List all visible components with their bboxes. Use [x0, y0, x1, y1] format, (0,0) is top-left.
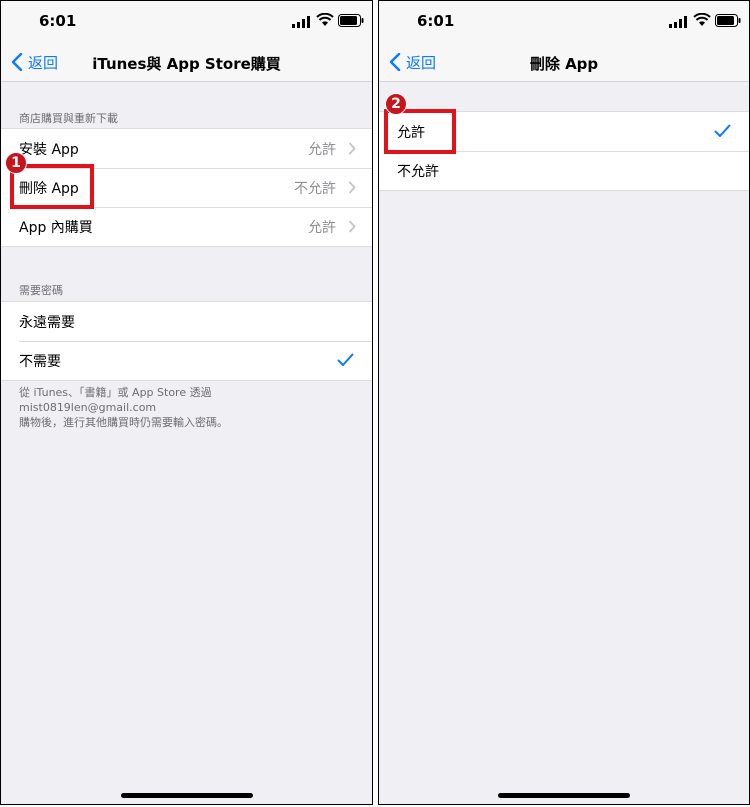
chevron-right-icon	[348, 220, 356, 233]
chevron-right-icon	[348, 142, 356, 155]
footer-line: 從 iTunes、「書籍」或 App Store 透過 mist0819len@…	[19, 386, 212, 414]
step-badge-1: 1	[5, 152, 27, 174]
page-title: 刪除 App	[529, 55, 599, 73]
status-time: 6:01	[39, 12, 77, 30]
row-value: 不允許	[294, 180, 336, 197]
status-bar: 6:01	[1, 1, 372, 45]
option-disallow[interactable]: 不允許	[379, 151, 749, 190]
cellular-signal-icon	[292, 16, 310, 28]
row-label: 不允許	[397, 163, 439, 180]
row-always-require[interactable]: 永遠需要	[1, 302, 372, 341]
status-bar: 6:01	[379, 1, 749, 45]
row-value: 允許	[308, 141, 336, 158]
home-indicator[interactable]	[498, 793, 630, 798]
section-header-require-password: 需要密碼	[19, 284, 63, 297]
password-footer-note: 從 iTunes、「書籍」或 App Store 透過 mist0819len@…	[19, 385, 350, 430]
checkmark-icon	[714, 124, 731, 137]
cellular-signal-icon	[669, 16, 687, 28]
wifi-icon	[693, 13, 711, 26]
left-phone-screen: 6:01 返回 iTunes與 App Store購買 商店購買與重新下載 安裝…	[0, 0, 373, 805]
navigation-bar: 返回 刪除 App	[379, 45, 749, 82]
step-badge-2: 2	[385, 93, 407, 115]
row-install-app[interactable]: 安裝 App 允許	[1, 129, 372, 168]
checkmark-icon	[337, 353, 354, 366]
row-value: 允許	[308, 219, 336, 236]
row-in-app-purchase[interactable]: App 內購買 允許	[1, 207, 372, 246]
row-label: 不需要	[19, 353, 61, 370]
row-label: App 內購買	[19, 219, 93, 236]
chevron-right-icon	[348, 181, 356, 194]
highlight-box-allow	[384, 109, 456, 154]
wifi-icon	[316, 13, 334, 26]
battery-icon	[715, 14, 741, 27]
home-indicator[interactable]	[120, 793, 253, 798]
status-time: 6:01	[417, 12, 455, 30]
footer-line: 購物後，進行其他購買時仍需要輸入密碼。	[19, 416, 228, 429]
require-password-group: 永遠需要 不需要	[1, 301, 372, 381]
row-label: 永遠需要	[19, 314, 75, 331]
row-not-required[interactable]: 不需要	[1, 341, 372, 380]
page-title: iTunes與 App Store購買	[92, 55, 281, 73]
right-phone-screen: 6:01 返回 刪除 App 允許 不允許 2	[378, 0, 750, 805]
section-header-store-purchases: 商店購買與重新下載	[19, 112, 118, 125]
navigation-bar: 返回 iTunes與 App Store購買	[1, 45, 372, 82]
battery-icon	[338, 14, 364, 27]
row-label: 安裝 App	[19, 141, 79, 158]
